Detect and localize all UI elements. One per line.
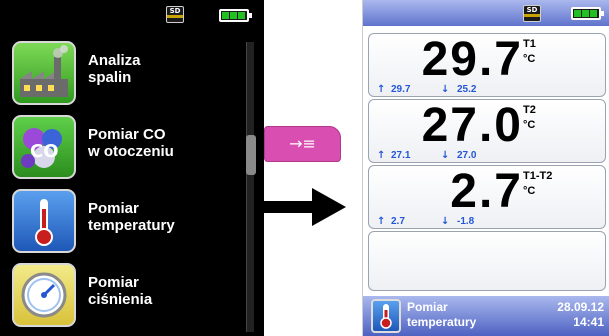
menu-item-label: Pomiar CO w otoczeniu — [88, 126, 174, 160]
menu-item-temperature[interactable]: Pomiar temperatury — [6, 186, 242, 253]
min-value: -1.8 — [457, 216, 475, 227]
battery-cell — [574, 10, 581, 17]
scrollbar-thumb[interactable] — [246, 135, 256, 175]
enter-button[interactable]: →≡ — [264, 126, 341, 162]
co-molecule-icon: CO — [12, 115, 76, 179]
status-bar: SD — [0, 0, 264, 28]
factory-exhaust-icon — [12, 41, 76, 105]
max-arrow-icon: ↑ — [377, 84, 386, 95]
measurement-panel-t1-t2[interactable]: 2.7 T1-T2 °C ↑ 2.7 ↓ -1.8 — [368, 165, 606, 229]
measurement-unit: °C — [523, 53, 536, 65]
max-value: 29.7 — [391, 84, 411, 95]
min-arrow-icon: ↓ — [441, 84, 450, 95]
menu-screen: SD Analiza spalin CO Pomiar CO w otoczen… — [0, 0, 264, 336]
max-value: 27.1 — [391, 150, 411, 161]
min-max-row: ↑ 2.7 ↓ -1.8 — [369, 216, 519, 228]
battery-full-icon — [571, 7, 604, 20]
thermometer-icon — [12, 189, 76, 253]
measurement-name: T2 — [523, 104, 536, 116]
battery-cell — [238, 12, 245, 19]
menu-item-pressure[interactable]: Pomiar ciśnienia — [6, 260, 242, 327]
menu-item-flue-gas-analysis[interactable]: Analiza spalin — [6, 38, 242, 105]
min-value: 25.2 — [457, 84, 477, 95]
min-max-row: ↑ 29.7 ↓ 25.2 — [369, 84, 519, 96]
battery-cell — [590, 10, 597, 17]
min-arrow-icon: ↓ — [441, 150, 450, 161]
measurement-name: T1 — [523, 38, 536, 50]
min-arrow-icon: ↓ — [441, 216, 450, 227]
menu-item-label: Pomiar temperatury — [88, 200, 175, 234]
battery-cell — [582, 10, 589, 17]
min-value: 27.0 — [457, 150, 477, 161]
measurement-unit: °C — [523, 119, 536, 131]
sd-card-icon: SD — [523, 5, 541, 22]
battery-cell — [222, 12, 229, 19]
max-arrow-icon: ↑ — [377, 216, 386, 227]
menu-item-ambient-co[interactable]: CO Pomiar CO w otoczeniu — [6, 112, 242, 179]
measurement-name: T1-T2 — [523, 170, 553, 182]
status-bar: SD — [363, 0, 609, 26]
max-value: 2.7 — [391, 216, 405, 227]
right-arrow-icon — [262, 188, 346, 226]
temperature-screen: SD 29.7 T1 °C ↑ 29.7 ↓ 25.2 27.0 T2 °C ↑… — [362, 0, 609, 336]
thermometer-icon — [371, 299, 401, 333]
max-arrow-icon: ↑ — [377, 150, 386, 161]
measurement-panel-t2[interactable]: 27.0 T2 °C ↑ 27.1 ↓ 27.0 — [368, 99, 606, 163]
footer-bar: Pomiar temperatury 28.09.12 14:41 — [363, 296, 609, 336]
pressure-gauge-icon — [12, 263, 76, 327]
measurement-value: 27.0 — [421, 99, 523, 152]
measurement-value: 29.7 — [421, 33, 523, 86]
sd-card-icon: SD — [166, 6, 184, 23]
measurement-panel-t1[interactable]: 29.7 T1 °C ↑ 29.7 ↓ 25.2 — [368, 33, 606, 97]
menu-item-label: Pomiar ciśnienia — [88, 274, 153, 308]
footer-date: 28.09.12 — [557, 300, 604, 314]
footer-title: Pomiar temperatury — [407, 300, 477, 329]
svg-text:CO: CO — [30, 141, 59, 162]
measurement-unit: °C — [523, 185, 536, 197]
min-max-row: ↑ 27.1 ↓ 27.0 — [369, 150, 519, 162]
battery-full-icon — [219, 9, 252, 22]
battery-cell — [230, 12, 237, 19]
footer-time: 14:41 — [573, 315, 604, 329]
menu-item-label: Analiza spalin — [88, 52, 141, 86]
scrollbar[interactable] — [246, 42, 254, 332]
empty-measurement-panel[interactable] — [368, 231, 606, 291]
measurement-value: 2.7 — [450, 165, 523, 218]
